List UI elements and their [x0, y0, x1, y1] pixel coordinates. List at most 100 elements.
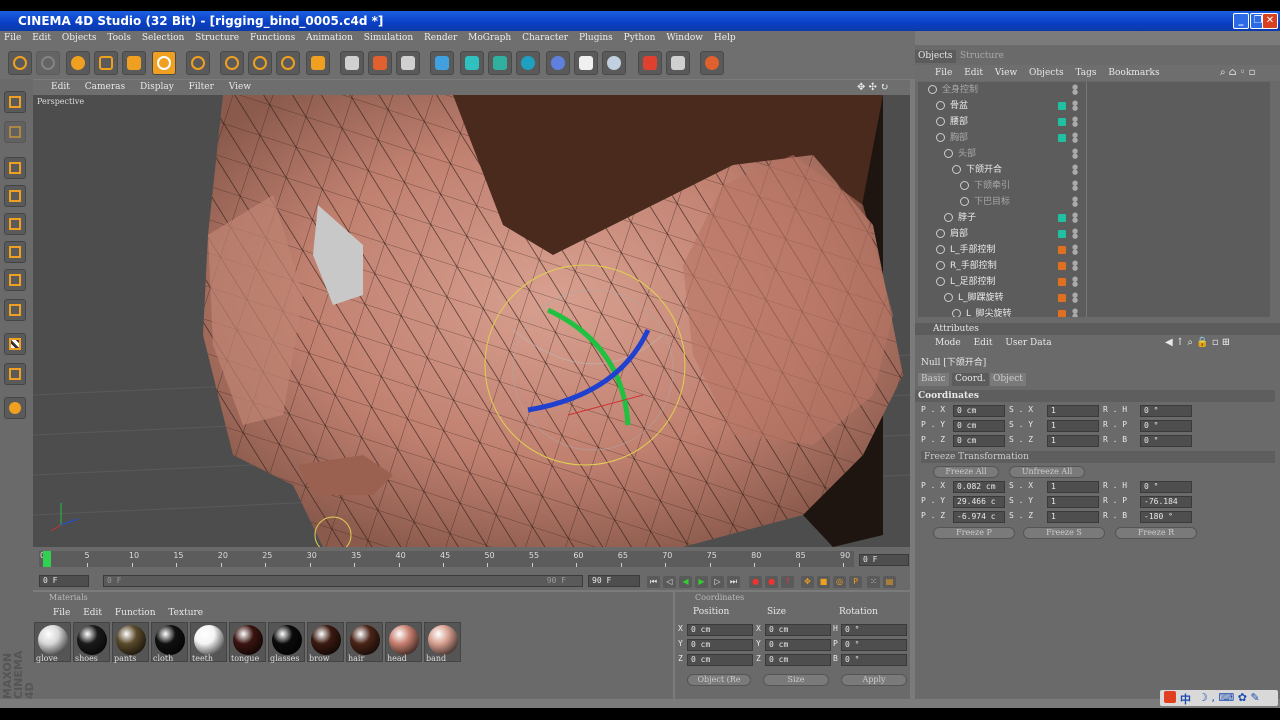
coord-mode-select[interactable]: Object (Re — [687, 674, 751, 686]
menu-functions[interactable]: Functions — [250, 31, 295, 45]
obj-menu-view[interactable]: View — [995, 68, 1017, 78]
object-row[interactable]: L_手部控制 ● ● — [918, 242, 1270, 258]
object-row[interactable]: 腰部 ● ● — [918, 114, 1270, 130]
object-row[interactable]: L_足部控制 ● ● — [918, 274, 1270, 290]
deformer-button[interactable] — [546, 51, 570, 75]
attr-scale-field[interactable]: 1 — [1047, 405, 1099, 417]
visibility-toggle[interactable]: ● ● — [1072, 116, 1078, 128]
spline-button[interactable] — [460, 51, 484, 75]
goto-end-button[interactable]: ⏭ — [727, 576, 740, 588]
autokey-button[interactable]: ● — [765, 576, 778, 588]
help-button[interactable] — [638, 51, 662, 75]
snap-button[interactable] — [4, 397, 26, 419]
undo-button[interactable] — [8, 51, 32, 75]
size-field[interactable]: 0 cm — [765, 654, 831, 666]
attr-rotation-field[interactable]: 0 ° — [1140, 405, 1192, 417]
attr-position-field[interactable]: 0 cm — [953, 405, 1005, 417]
freeze-r-button[interactable]: Freeze R — [1115, 527, 1197, 539]
material-swatch[interactable]: tongue — [229, 622, 266, 663]
attr-scale-field[interactable]: 1 — [1047, 435, 1099, 447]
menu-window[interactable]: Window — [666, 31, 703, 45]
close-button[interactable]: ✕ — [1262, 13, 1278, 29]
position-field[interactable]: 0 cm — [687, 624, 753, 636]
layout-button[interactable] — [666, 51, 690, 75]
next-key-button[interactable]: ▷ — [711, 576, 724, 588]
live-select-button[interactable] — [66, 51, 90, 75]
menu-file[interactable]: File — [4, 31, 21, 45]
object-row[interactable]: 下颌开合 ● ● — [918, 162, 1270, 178]
object-row[interactable]: 头部 ● ● — [918, 146, 1270, 162]
vp-menu-display[interactable]: Display — [140, 82, 174, 92]
menu-animation[interactable]: Animation — [306, 31, 353, 45]
menu-help[interactable]: Help — [714, 31, 736, 45]
tray-icons[interactable]: ☽ ‚ ⌨ ✿ ✎ — [1198, 691, 1260, 704]
minimize-button[interactable]: _ — [1233, 13, 1249, 29]
visibility-toggle[interactable]: ● ● — [1072, 100, 1078, 112]
menu-render[interactable]: Render — [424, 31, 457, 45]
frame-range-slider[interactable]: 0 F 90 F — [103, 575, 583, 587]
object-row[interactable]: 骨盆 ● ● — [918, 98, 1270, 114]
obj-menu-objects[interactable]: Objects — [1029, 68, 1064, 78]
uv-mode-button[interactable] — [4, 299, 26, 321]
object-row[interactable]: 脖子 ● ● — [918, 210, 1270, 226]
ime-chinese-label[interactable]: 中 — [1180, 691, 1191, 707]
y-axis-button[interactable] — [248, 51, 272, 75]
scale-button[interactable] — [122, 51, 146, 75]
visibility-toggle[interactable]: ● ● — [1072, 260, 1078, 272]
scheme-button[interactable]: ▤ — [883, 576, 896, 588]
menu-simulation[interactable]: Simulation — [364, 31, 413, 45]
object-mode-button[interactable] — [4, 157, 26, 179]
coord-size-select[interactable]: Size — [763, 674, 829, 686]
render-picture-viewer-button[interactable] — [368, 51, 392, 75]
edges-mode-button[interactable] — [4, 241, 26, 263]
prev-key-button[interactable]: ◁ — [663, 576, 676, 588]
material-swatch[interactable]: band — [424, 622, 461, 663]
attr-position-field[interactable]: 0 cm — [953, 420, 1005, 432]
menu-selection[interactable]: Selection — [142, 31, 184, 45]
perspective-viewport[interactable]: Perspective — [33, 95, 910, 547]
material-swatch[interactable]: pants — [112, 622, 149, 663]
freeze-p-button[interactable]: Freeze P — [933, 527, 1015, 539]
timeline-ruler[interactable]: 051015202530354045505560657075808590 — [39, 551, 854, 567]
layer-color-swatch[interactable] — [1058, 310, 1066, 317]
menu-tools[interactable]: Tools — [107, 31, 131, 45]
attr-tab-basic[interactable]: Basic — [918, 373, 949, 386]
ime-icon[interactable] — [1164, 691, 1176, 703]
mat-menu-file[interactable]: File — [53, 608, 70, 618]
rotation-field[interactable]: 0 ° — [841, 654, 907, 666]
layer-color-swatch[interactable] — [1058, 262, 1066, 270]
browser-button[interactable] — [700, 51, 724, 75]
freeze-all-button[interactable]: Freeze All — [933, 466, 999, 478]
visibility-toggle[interactable]: ● ● — [1072, 196, 1078, 208]
object-row[interactable]: R_手部控制 ● ● — [918, 258, 1270, 274]
keyframe-selection-button[interactable]: ? — [781, 576, 794, 588]
redo-button[interactable] — [36, 51, 60, 75]
attr-nav-icons[interactable]: ◀ ↑ ⌕ 🔒 ▫ ⊞ — [1165, 335, 1230, 351]
start-frame-field[interactable]: 0 F — [39, 575, 89, 587]
attr-tab-coord[interactable]: Coord. — [952, 373, 989, 386]
layer-color-swatch[interactable] — [1058, 118, 1066, 126]
attr-position-field[interactable]: 0.082 cm — [953, 481, 1005, 493]
x-axis-button[interactable] — [220, 51, 244, 75]
visibility-toggle[interactable]: ● ● — [1072, 132, 1078, 144]
attr-rotation-field[interactable]: 0 ° — [1140, 420, 1192, 432]
rotation-field[interactable]: 0 ° — [841, 624, 907, 636]
model-mode-button[interactable] — [4, 121, 26, 143]
position-field[interactable]: 0 cm — [687, 639, 753, 651]
tab-objects[interactable]: Objects — [915, 50, 956, 63]
attr-rotation-field[interactable]: -76.184 — [1140, 496, 1192, 508]
layer-color-swatch[interactable] — [1058, 246, 1066, 254]
render-settings-button[interactable] — [396, 51, 420, 75]
visibility-toggle[interactable]: ● ● — [1072, 212, 1078, 224]
object-row[interactable]: 下巴目标 ● ● — [918, 194, 1270, 210]
attr-rotation-field[interactable]: 0 ° — [1140, 481, 1192, 493]
attr-scale-field[interactable]: 1 — [1047, 496, 1099, 508]
menu-objects[interactable]: Objects — [62, 31, 97, 45]
material-swatch[interactable]: hair — [346, 622, 383, 663]
visibility-toggle[interactable]: ● ● — [1072, 308, 1078, 318]
axis-mode-button[interactable] — [4, 185, 26, 207]
layer-color-swatch[interactable] — [1058, 230, 1066, 238]
texture-mode-button[interactable] — [4, 333, 26, 355]
move-button[interactable] — [94, 51, 118, 75]
object-row[interactable]: L_脚踝旋转 ● ● — [918, 290, 1270, 306]
